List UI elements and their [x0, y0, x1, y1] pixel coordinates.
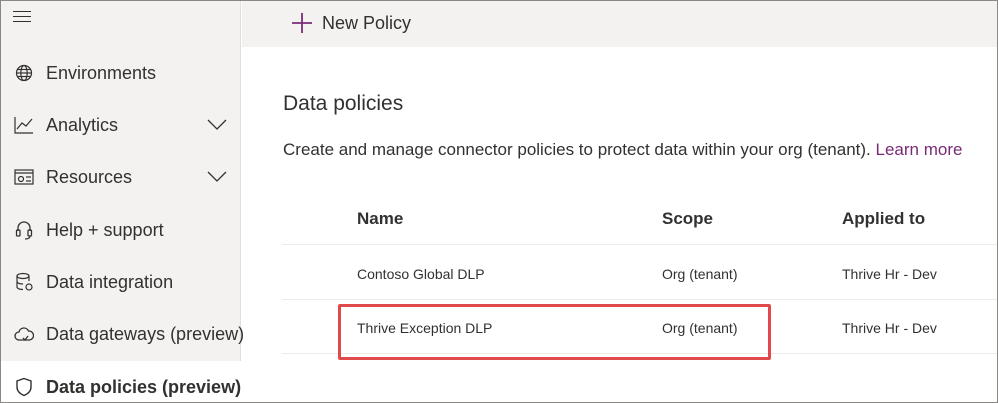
sidebar-item-label: Data integration: [46, 271, 174, 292]
cloud-icon: [13, 323, 35, 345]
sidebar-item-data-policies[interactable]: Data policies (preview): [1, 361, 242, 402]
sidebar-item-label: Data gateways (preview): [46, 323, 245, 344]
cell-scope: Org (tenant): [662, 320, 738, 336]
sidebar-item-data-gateways[interactable]: Data gateways (preview): [1, 308, 245, 360]
database-icon: [13, 271, 35, 293]
cell-name[interactable]: Contoso Global DLP: [357, 266, 485, 282]
chart-line-icon: [13, 114, 35, 136]
column-header-applied-to[interactable]: Applied to: [842, 209, 925, 229]
table-row[interactable]: Contoso Global DLP Org (tenant) Thrive H…: [282, 246, 997, 300]
column-header-scope[interactable]: Scope: [662, 209, 713, 229]
plus-icon: [290, 11, 314, 35]
resources-icon: [13, 166, 35, 188]
description-text: Create and manage connector policies to …: [283, 140, 871, 159]
sidebar-item-resources[interactable]: Resources: [1, 151, 241, 203]
hamburger-menu-icon[interactable]: [13, 11, 33, 29]
cell-applied-to: Thrive Hr - Dev: [842, 320, 937, 336]
sidebar-item-label: Resources: [46, 166, 133, 187]
cell-scope: Org (tenant): [662, 266, 738, 282]
cell-applied-to: Thrive Hr - Dev: [842, 266, 937, 282]
sidebar-item-label: Environments: [46, 62, 157, 83]
command-bar: New Policy: [242, 1, 997, 47]
sidebar-item-label: Help + support: [46, 219, 164, 240]
sidebar-item-label: Data policies (preview): [46, 376, 242, 397]
globe-icon: [13, 62, 35, 84]
header-divider: [282, 244, 997, 245]
new-policy-label: New Policy: [322, 12, 412, 33]
page-description: Create and manage connector policies to …: [283, 140, 962, 160]
sidebar-item-label: Analytics: [46, 114, 119, 135]
table-row[interactable]: Thrive Exception DLP Org (tenant) Thrive…: [282, 300, 997, 354]
sidebar-item-environments[interactable]: Environments: [1, 47, 241, 99]
sidebar: Environments Analytics Resources Help + …: [1, 1, 245, 402]
new-policy-button[interactable]: New Policy: [290, 9, 411, 37]
chevron-down-icon[interactable]: [206, 114, 228, 136]
learn-more-link[interactable]: Learn more: [876, 140, 963, 159]
sidebar-item-help-support[interactable]: Help + support: [1, 204, 241, 256]
page-title: Data policies: [283, 92, 404, 115]
cell-name[interactable]: Thrive Exception DLP: [357, 320, 492, 336]
headset-icon: [13, 219, 35, 241]
sidebar-item-analytics[interactable]: Analytics: [1, 99, 241, 151]
chevron-down-icon[interactable]: [206, 166, 228, 188]
app-frame: Environments Analytics Resources Help + …: [0, 0, 998, 403]
sidebar-item-data-integration[interactable]: Data integration: [1, 256, 241, 308]
column-header-name[interactable]: Name: [357, 209, 403, 229]
shield-icon: [13, 376, 35, 398]
